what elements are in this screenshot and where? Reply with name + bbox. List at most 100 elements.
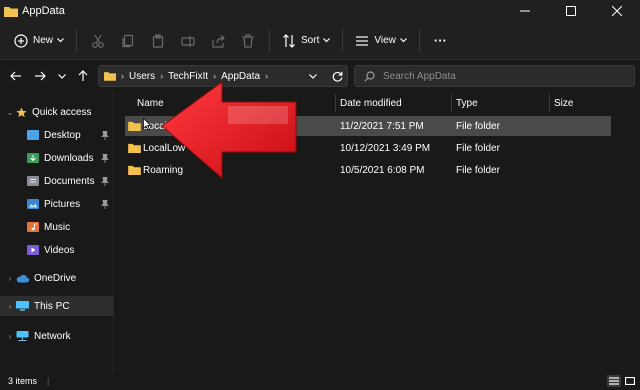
search-placeholder: Search AppData [383, 70, 456, 82]
recent-locations-button[interactable] [52, 66, 72, 86]
chevron-right-icon[interactable]: › [6, 302, 14, 311]
desktop-icon [27, 130, 39, 140]
search-box[interactable]: Search AppData [354, 65, 635, 87]
pin-icon[interactable] [101, 153, 109, 163]
sort-label: Sort [301, 35, 320, 46]
sidebar-label: Music [44, 221, 71, 233]
back-button[interactable] [6, 66, 26, 86]
more-options-icon: ··· [433, 33, 447, 48]
column-header-date[interactable]: Date modified [340, 92, 402, 114]
chevron-right-icon[interactable]: › [6, 332, 14, 341]
details-view-button[interactable] [607, 375, 621, 387]
column-divider[interactable] [451, 94, 452, 112]
delete-button[interactable] [233, 28, 263, 54]
music-icon [27, 222, 39, 232]
view-button[interactable]: View [349, 28, 413, 54]
share-button[interactable] [203, 28, 233, 54]
sort-icon [283, 33, 295, 48]
folder-icon [4, 6, 18, 17]
arrow-up-icon [78, 70, 88, 81]
breadcrumb-separator: › [121, 71, 124, 81]
view-list-icon [356, 35, 369, 46]
sidebar-label: Quick access [32, 106, 92, 118]
mouse-cursor-icon [143, 118, 151, 131]
videos-icon [27, 245, 39, 255]
arrow-right-icon [35, 71, 46, 81]
sidebar-item-desktop[interactable]: Desktop [0, 125, 113, 145]
chevron-down-icon [323, 38, 331, 43]
folder-icon [128, 143, 141, 153]
up-button[interactable] [73, 66, 93, 86]
view-label: View [374, 35, 396, 46]
item-count: 3 items [8, 376, 38, 386]
chevron-right-icon[interactable]: › [6, 274, 14, 283]
arrow-left-icon [10, 71, 21, 81]
details-view-icon [609, 377, 619, 385]
search-icon [364, 70, 375, 82]
file-date: 10/5/2021 6:08 PM [340, 164, 425, 176]
new-button[interactable]: New [8, 28, 70, 54]
navigation-row: › Users › TechFixIt › AppData › Search A… [0, 60, 640, 92]
pin-icon[interactable] [101, 176, 109, 186]
chevron-down-icon [57, 38, 64, 43]
sidebar-label: Pictures [44, 198, 81, 210]
sort-button[interactable]: Sort [276, 28, 336, 54]
paste-button[interactable] [143, 28, 173, 54]
sidebar-label: Documents [44, 175, 95, 187]
navigation-pane: ⌄ Quick access Desktop Downloads Documen… [0, 92, 113, 372]
forward-button[interactable] [30, 66, 50, 86]
close-icon [612, 6, 622, 16]
command-bar: New Sort View ··· [0, 22, 640, 60]
tiles-view-button[interactable] [623, 375, 637, 387]
file-date: 11/2/2021 7:51 PM [340, 120, 424, 132]
close-button[interactable] [594, 0, 640, 22]
sidebar-item-pictures[interactable]: Pictures [0, 194, 113, 214]
chevron-down-icon[interactable]: ⌄ [6, 108, 14, 117]
file-type: File folder [456, 164, 500, 176]
refresh-icon[interactable] [332, 71, 343, 82]
copy-button[interactable] [113, 28, 143, 54]
file-type: File folder [456, 120, 500, 132]
sidebar-item-onedrive[interactable]: › OneDrive [0, 268, 113, 288]
sidebar-item-quick-access[interactable]: ⌄ Quick access [0, 102, 113, 122]
minimize-button[interactable] [502, 0, 548, 22]
cloud-icon [16, 274, 29, 283]
toolbar-divider [342, 29, 344, 52]
paste-icon [152, 33, 164, 48]
cut-icon [92, 34, 104, 48]
plus-circle-icon [14, 33, 28, 48]
new-label: New [33, 35, 54, 46]
column-header-size[interactable]: Size [554, 92, 573, 114]
pin-icon[interactable] [101, 130, 109, 140]
sidebar-item-network[interactable]: › Network [0, 326, 113, 346]
pictures-icon [27, 199, 39, 209]
column-divider[interactable] [335, 94, 336, 112]
folder-icon [128, 165, 141, 175]
maximize-button[interactable] [548, 0, 594, 22]
share-icon [212, 34, 225, 48]
computer-icon [16, 301, 29, 311]
window-title: AppData [22, 5, 65, 17]
more-options-button[interactable]: ··· [426, 28, 453, 54]
sidebar-item-this-pc[interactable]: › This PC [0, 296, 113, 316]
column-divider[interactable] [549, 94, 550, 112]
maximize-icon [566, 6, 576, 16]
toolbar-divider [269, 29, 271, 52]
breadcrumb-users[interactable]: Users [129, 71, 155, 82]
cut-button[interactable] [83, 28, 113, 54]
sidebar-item-downloads[interactable]: Downloads [0, 148, 113, 168]
network-icon [16, 331, 29, 341]
column-header-type[interactable]: Type [456, 92, 478, 114]
file-date: 10/12/2021 3:49 PM [340, 142, 431, 154]
sidebar-item-videos[interactable]: Videos [0, 240, 113, 260]
downloads-icon [27, 153, 39, 163]
sidebar-item-music[interactable]: Music [0, 217, 113, 237]
sidebar-label: Desktop [44, 129, 81, 141]
rename-button[interactable] [173, 28, 203, 54]
documents-icon [27, 176, 39, 186]
pin-icon[interactable] [101, 199, 109, 209]
chevron-down-icon[interactable] [309, 74, 317, 79]
sidebar-label: Videos [44, 244, 75, 256]
sidebar-item-documents[interactable]: Documents [0, 171, 113, 191]
chevron-down-icon [58, 73, 66, 79]
